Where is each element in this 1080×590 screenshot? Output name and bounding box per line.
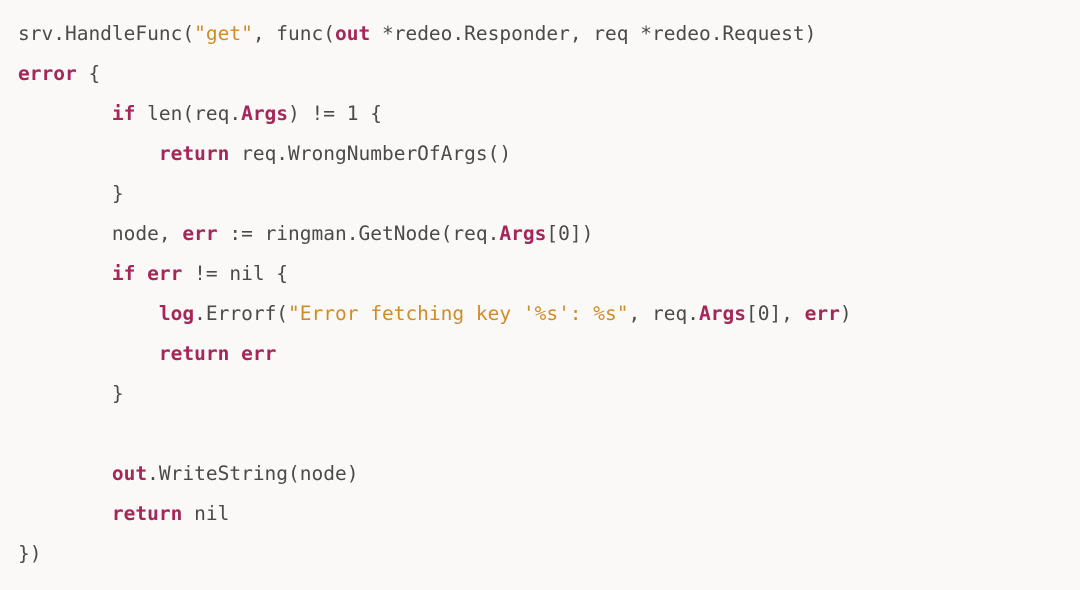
- code-token-id: [18, 302, 159, 325]
- code-token-id: , req.: [629, 302, 699, 325]
- code-token-id: {: [77, 62, 100, 85]
- code-token-id: node,: [18, 222, 182, 245]
- code-token-kw: return: [112, 502, 182, 525]
- code-token-id: [: [746, 302, 758, 325]
- code-token-num: 1: [347, 102, 359, 125]
- code-line: return nil: [18, 502, 229, 525]
- code-token-str: "Error fetching key '%s': %s": [288, 302, 628, 325]
- code-token-id: }: [18, 182, 124, 205]
- code-token-id: .Errorf(: [194, 302, 288, 325]
- code-token-id: len(req.: [135, 102, 241, 125]
- code-token-id: [18, 142, 159, 165]
- code-line: }: [18, 382, 124, 405]
- code-token-kw: err: [805, 302, 840, 325]
- code-line: return req.WrongNumberOfArgs(): [18, 142, 511, 165]
- code-token-kw: err: [147, 262, 182, 285]
- code-token-kw: err: [182, 222, 217, 245]
- code-token-kw: Args: [699, 302, 746, 325]
- code-token-id: [18, 262, 112, 285]
- code-token-num: 0: [758, 302, 770, 325]
- code-token-kw: Args: [499, 222, 546, 245]
- code-token-id: [18, 102, 112, 125]
- code-line: if err != nil {: [18, 262, 288, 285]
- code-token-kw: err: [241, 342, 276, 365]
- code-token-kw: Args: [241, 102, 288, 125]
- code-token-id: nil: [182, 502, 229, 525]
- code-token-id: {: [359, 102, 382, 125]
- code-line: return err: [18, 342, 276, 365]
- code-token-id: [18, 342, 159, 365]
- code-token-id: .WriteString(node): [147, 462, 358, 485]
- code-token-str: "get": [194, 22, 253, 45]
- code-line: node, err := ringman.GetNode(req.Args[0]…: [18, 222, 593, 245]
- code-token-id: [135, 262, 147, 285]
- code-line: }): [18, 542, 41, 565]
- code-token-kw: if: [112, 102, 135, 125]
- code-token-kw: return: [159, 342, 229, 365]
- code-token-kw: error: [18, 62, 77, 85]
- code-token-kw: return: [159, 142, 229, 165]
- code-token-kw: log: [159, 302, 194, 325]
- code-line: log.Errorf("Error fetching key '%s': %s"…: [18, 302, 852, 325]
- code-token-id: srv.HandleFunc(: [18, 22, 194, 45]
- code-token-kw: if: [112, 262, 135, 285]
- code-line: out.WriteString(node): [18, 462, 358, 485]
- code-token-id: [18, 502, 112, 525]
- code-token-id: ]): [570, 222, 593, 245]
- code-token-id: }: [18, 382, 124, 405]
- code-token-id: ): [840, 302, 852, 325]
- code-token-id: != nil {: [182, 262, 288, 285]
- code-line: }: [18, 182, 124, 205]
- code-token-id: , func(: [253, 22, 335, 45]
- code-token-kw: out: [335, 22, 370, 45]
- code-token-id: ],: [769, 302, 804, 325]
- code-token-id: [229, 342, 241, 365]
- code-token-id: req.WrongNumberOfArgs(): [229, 142, 511, 165]
- code-token-id: }): [18, 542, 41, 565]
- code-token-id: [: [546, 222, 558, 245]
- code-line: error {: [18, 62, 100, 85]
- code-token-id: := ringman.GetNode(req.: [218, 222, 500, 245]
- code-token-id: *redeo.Responder, req *redeo.Request): [370, 22, 816, 45]
- code-line: srv.HandleFunc("get", func(out *redeo.Re…: [18, 22, 816, 45]
- code-token-kw: out: [112, 462, 147, 485]
- code-token-id: ) !=: [288, 102, 347, 125]
- code-line: if len(req.Args) != 1 {: [18, 102, 382, 125]
- code-block: srv.HandleFunc("get", func(out *redeo.Re…: [0, 0, 1080, 588]
- code-token-id: [18, 462, 112, 485]
- code-token-num: 0: [558, 222, 570, 245]
